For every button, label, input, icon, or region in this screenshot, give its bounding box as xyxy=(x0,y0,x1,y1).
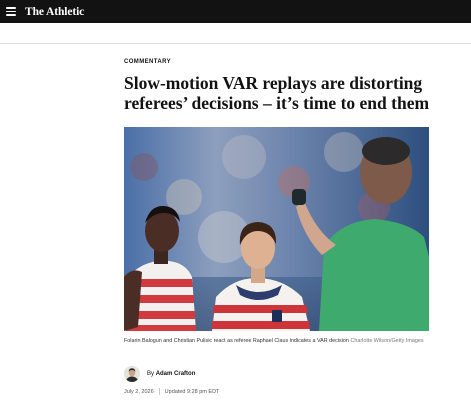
author-avatar[interactable] xyxy=(124,366,140,382)
article-kicker[interactable]: COMMENTARY xyxy=(124,59,171,65)
hamburger-menu-icon[interactable] xyxy=(6,7,16,16)
updated-time: Updated 9:28 pm EDT xyxy=(164,388,220,395)
photo-credit: Charlotte Wilson/Getty Images xyxy=(350,338,424,344)
image-caption: Folarin Balogun and Christian Pulisic re… xyxy=(124,337,424,345)
article-headline: Slow-motion VAR replays are distorting r… xyxy=(124,73,430,113)
top-navigation-bar: The Athletic xyxy=(0,0,471,23)
hero-image xyxy=(124,127,429,331)
author-link[interactable]: Adam Crafton xyxy=(156,371,196,377)
byline-prefix: By xyxy=(147,371,155,377)
publish-date: July 2, 2026 xyxy=(124,388,154,395)
byline: By Adam Crafton xyxy=(124,366,195,382)
caption-text: Folarin Balogun and Christian Pulisic re… xyxy=(124,338,349,344)
meta-divider xyxy=(158,388,160,395)
article-meta: July 2, 2026 Updated 9:28 pm EDT xyxy=(124,388,219,395)
byline-text: By Adam Crafton xyxy=(147,371,195,377)
site-logo[interactable]: The Athletic xyxy=(25,6,84,18)
secondary-navigation-bar xyxy=(0,23,471,44)
